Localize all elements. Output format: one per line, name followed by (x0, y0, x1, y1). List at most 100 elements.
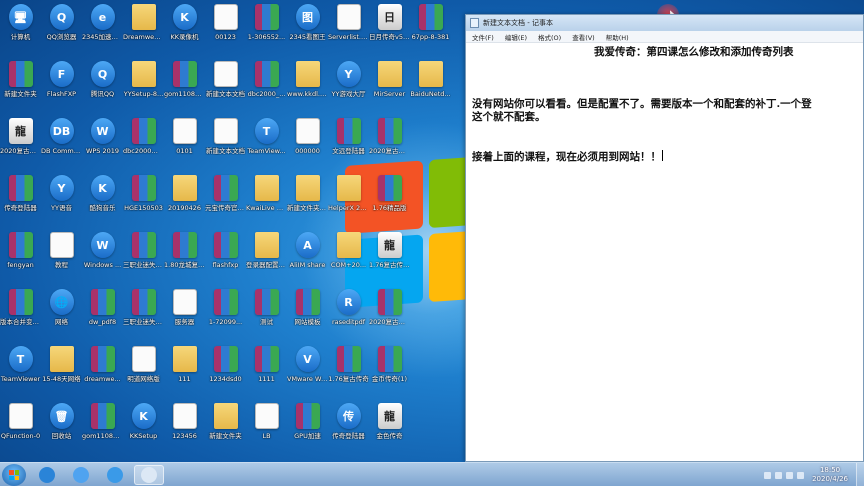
desktop-icon[interactable]: 2020复古雷霆【微端】 (369, 114, 410, 171)
desktop-icon[interactable]: Q 腾讯QQ (82, 57, 123, 114)
desktop-icon[interactable]: Rraseditpdf (328, 285, 369, 342)
tray-ime-icon[interactable] (797, 471, 805, 479)
menu-edit[interactable]: 编辑(E) (505, 32, 527, 42)
menu-view[interactable]: 查看(V) (572, 32, 595, 42)
desktop-icon[interactable]: Q QQ浏览器 (41, 0, 82, 57)
desktop-icon[interactable]: 文远登陆器 (328, 114, 369, 171)
desktop-icon[interactable]: 新建文本文档 (205, 57, 246, 114)
desktop-icon[interactable]: 🗑 回收站 (41, 399, 82, 456)
menu-format[interactable]: 格式(O) (538, 32, 561, 42)
desktop-icon[interactable]: 1234dsd0 (205, 342, 246, 399)
desktop-icon[interactable]: F FlashFXP (41, 57, 82, 114)
desktop-icon[interactable]: 000000 (287, 114, 328, 171)
taskbar-internet-explorer[interactable] (32, 465, 62, 485)
desktop-icon[interactable]: 1111 (246, 342, 287, 399)
desktop-icon[interactable]: K 酷狗音乐 (82, 171, 123, 228)
desktop-icon[interactable]: 1-306552... (246, 0, 287, 57)
desktop-icon[interactable]: 新建文本文档 (205, 114, 246, 171)
desktop-icon[interactable]: 20190426 (164, 171, 205, 228)
desktop-icon[interactable]: dw_pdf8 (82, 285, 123, 342)
desktop-icon[interactable]: 111 (164, 342, 205, 399)
desktop-icon[interactable]: KwaiLive S... (246, 171, 287, 228)
desktop-icon[interactable]: HGE150503 (123, 171, 164, 228)
desktop-icon[interactable]: 版本合并变量表查 (0, 285, 41, 342)
desktop-icon[interactable]: Serverlist.txt (328, 0, 369, 57)
desktop-icon[interactable]: Y YY游戏大厅 (328, 57, 369, 114)
desktop-icon[interactable]: Dreamweaver 8 简体中文... (123, 0, 164, 57)
desktop-icon[interactable]: 龍 1.76复古传奇... (369, 228, 410, 285)
desktop-icon[interactable]: 教程 (41, 228, 82, 285)
show-desktop-button[interactable] (856, 463, 864, 486)
desktop-icon[interactable]: 网站模板 (287, 285, 328, 342)
desktop-icon[interactable]: 123456 (164, 399, 205, 456)
desktop-icon[interactable]: 登录器配置器 V1.4 (246, 228, 287, 285)
desktop-icon[interactable]: 三职业迷失版本... (123, 228, 164, 285)
desktop-icon[interactable]: 2020复古雷霆【微端】 (369, 285, 410, 342)
desktop-icon[interactable]: gom1108引擎包 (82, 399, 123, 456)
desktop-icon[interactable]: 三职业迷失(1-4) (123, 285, 164, 342)
desktop-icon[interactable]: W WPS 2019 (82, 114, 123, 171)
desktop-icon[interactable]: 67pp-8-381 (410, 0, 451, 57)
desktop-icon[interactable]: 新建文件夹 (0, 57, 41, 114)
notepad-titlebar[interactable]: 新建文本文档 - 记事本 (466, 15, 863, 31)
start-button[interactable] (2, 464, 26, 486)
taskbar-qq-browser[interactable] (100, 465, 130, 485)
menu-help[interactable]: 帮助(H) (606, 32, 629, 42)
desktop-icon[interactable]: Y YY语音 (41, 171, 82, 228)
desktop-icon[interactable]: e 2345加速浏览器 (82, 0, 123, 57)
desktop-icon[interactable]: dbc2000_... (246, 57, 287, 114)
desktop-icon[interactable]: 明道网络版 (123, 342, 164, 399)
desktop-icon[interactable]: 日日月传奇v5.6[驾驶] (369, 0, 410, 57)
desktop-icon[interactable]: MirServer (369, 57, 410, 114)
desktop-icon[interactable]: 1-72099... (205, 285, 246, 342)
desktop-icon[interactable]: BaiduNetd... (410, 57, 451, 114)
taskbar-notepad[interactable] (134, 465, 164, 485)
desktop-icon[interactable]: 服务器 (164, 285, 205, 342)
desktop-icon[interactable]: 1.80龙城复古传奇... (164, 228, 205, 285)
desktop-icon[interactable]: LB (246, 399, 287, 456)
desktop-icon[interactable]: DB DB Command... (41, 114, 82, 171)
desktop-icon[interactable]: K KKSetup (123, 399, 164, 456)
tray-flag-icon[interactable] (764, 471, 772, 479)
desktop-icon[interactable]: 传传奇登陆器 (328, 399, 369, 456)
desktop-icon[interactable]: 新建文件夹(3) (287, 171, 328, 228)
desktop-icon[interactable]: GPU加速 (287, 399, 328, 456)
desktop-icon[interactable]: T TeamView... (246, 114, 287, 171)
menu-file[interactable]: 文件(F) (472, 32, 494, 42)
notepad-window[interactable]: 新建文本文档 - 记事本 文件(F) 编辑(E) 格式(O) 查看(V) 帮助(… (465, 14, 864, 462)
desktop-icon[interactable]: 龍金色传奇 (369, 399, 410, 456)
desktop-icon[interactable]: 元宝传奇官方网站文件 (205, 171, 246, 228)
desktop-icon[interactable]: 龍 2020复古雷霆【微端】 (0, 114, 41, 171)
desktop-icon[interactable]: dbc2000中文汉化版 (123, 114, 164, 171)
desktop-icon[interactable]: COM+20... (328, 228, 369, 285)
desktop-icon[interactable]: A AliIM share (287, 228, 328, 285)
desktop-icon[interactable]: 00123 (205, 0, 246, 57)
desktop-icon[interactable]: 15-48天网络 (41, 342, 82, 399)
desktop-icon[interactable]: W Windows ... (82, 228, 123, 285)
desktop-icon[interactable]: gom1108引擎包(1) (164, 57, 205, 114)
desktop-icon[interactable]: 🌐 网络 (41, 285, 82, 342)
taskbar-baidu-netdisk[interactable] (66, 465, 96, 485)
desktop-icon[interactable]: www.kkdl.q... (287, 57, 328, 114)
desktop-icon[interactable]: fengyan (0, 228, 41, 285)
desktop-icon[interactable]: 测试 (246, 285, 287, 342)
desktop-icon[interactable]: dreamwe... (82, 342, 123, 399)
desktop-icon[interactable]: 新建文件夹 (205, 399, 246, 456)
desktop-icon[interactable]: 1.76精品版 (369, 171, 410, 228)
desktop-icon[interactable]: HelperX 2345 (328, 171, 369, 228)
desktop-icon[interactable]: 传奇登陆器 (0, 171, 41, 228)
desktop-icon[interactable]: K KK录像机 (164, 0, 205, 57)
desktop-icon[interactable]: 0101 (164, 114, 205, 171)
desktop-icon[interactable]: YYSetup-8... (123, 57, 164, 114)
desktop-icon[interactable]: 🖥 计算机 (0, 0, 41, 57)
tray-volume-icon[interactable] (786, 471, 794, 479)
desktop-icon[interactable]: QFunction-0 (0, 399, 41, 456)
desktop-icon[interactable]: V VMware Workstation (287, 342, 328, 399)
desktop-icon[interactable]: 1.76复古传奇 (328, 342, 369, 399)
desktop-icon[interactable]: T TeamViewer (0, 342, 41, 399)
notepad-text-area[interactable]: 我爱传奇：第四课怎么修改和添加传奇列表 没有网站你可以看看。但是配置不了。需要版… (466, 43, 863, 167)
clock[interactable]: 18:50 2020/4/26 (812, 466, 848, 484)
tray-network-icon[interactable] (775, 471, 783, 479)
desktop-icon[interactable]: flashfxp (205, 228, 246, 285)
desktop-icon[interactable]: 金币传奇(1) (369, 342, 410, 399)
